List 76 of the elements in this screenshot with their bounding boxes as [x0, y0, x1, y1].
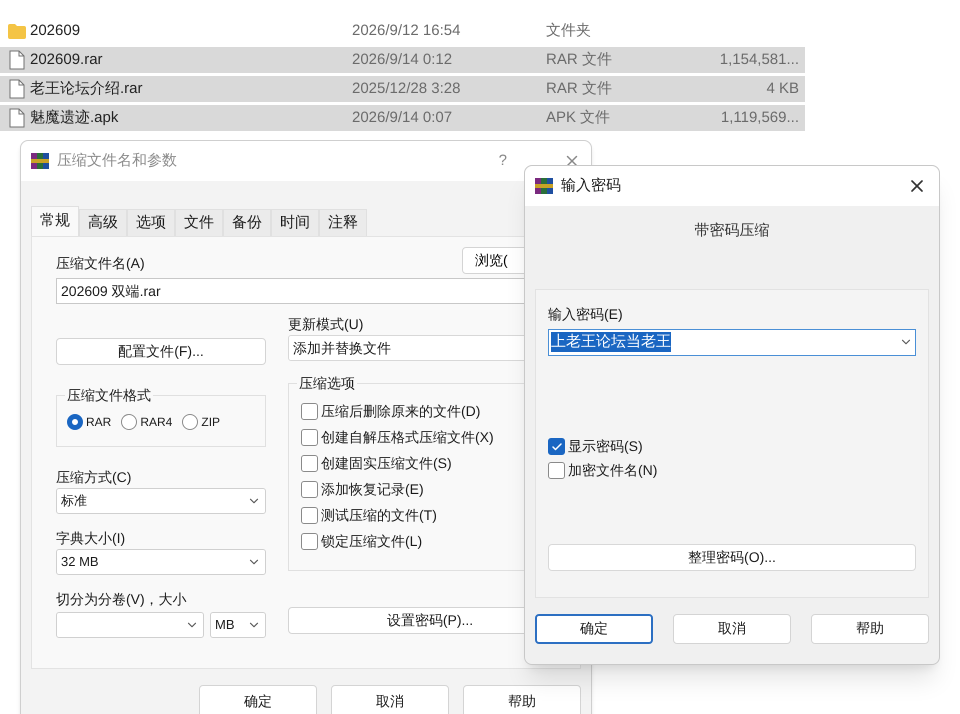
- dialog-heading: 带密码压缩: [694, 221, 770, 241]
- checkbox-label: 创建自解压格式压缩文件(X): [321, 428, 494, 447]
- unit-select[interactable]: MB: [210, 612, 266, 638]
- file-type: 文件夹: [546, 20, 592, 41]
- checkbox-label: 锁定压缩文件(L): [321, 532, 422, 551]
- books-icon: [535, 178, 553, 194]
- file-size: 1,119,569...: [720, 108, 799, 128]
- dialog-button[interactable]: 取消: [331, 685, 449, 714]
- file-size: 4 KB: [766, 78, 799, 99]
- file-name: 魅魔遗迹.apk: [30, 108, 120, 128]
- books-icon: [31, 153, 49, 169]
- profiles-button[interactable]: 配置文件(F)...: [56, 338, 266, 365]
- checkbox[interactable]: [301, 532, 318, 550]
- modified-date: 2025/12/28 3:28: [352, 78, 462, 99]
- password-field[interactable]: 上老王论坛当老王: [548, 328, 916, 356]
- field-label: 压缩方式(C): [56, 468, 132, 487]
- checkbox-label: 创建固实压缩文件(S): [321, 454, 452, 473]
- modified-date: 2026/9/14 0:12: [352, 50, 454, 70]
- file-icon: [9, 79, 25, 99]
- checkbox[interactable]: [301, 480, 318, 498]
- checkbox[interactable]: [548, 438, 565, 455]
- dialog-button[interactable]: 帮助: [811, 614, 929, 644]
- field-label: 输入密码(E): [548, 304, 623, 324]
- dialog-button[interactable]: 帮助: [463, 685, 581, 714]
- dialog-button[interactable]: 确定: [199, 685, 317, 714]
- window-title: 输入密码: [561, 176, 622, 196]
- organize-passwords-button[interactable]: 整理密码(O)...: [548, 544, 916, 570]
- tab[interactable]: 时间: [271, 209, 319, 236]
- checkbox-label: 压缩后删除原来的文件(D): [321, 402, 480, 421]
- file-icon: [9, 50, 25, 70]
- checkbox[interactable]: [301, 506, 318, 524]
- file-row[interactable]: 魅魔遗迹.apk 2026/9/14 0:07 APK 文件 1,119,569...: [0, 105, 805, 131]
- checkbox[interactable]: [301, 454, 318, 472]
- file-row[interactable]: 202609.rar 2026/9/14 0:12 RAR 文件 1,154,581...: [0, 47, 805, 73]
- tab[interactable]: 文件: [175, 209, 223, 236]
- dialog-button[interactable]: 取消: [673, 614, 791, 644]
- file-type: RAR 文件: [546, 78, 613, 99]
- check-icon: [550, 440, 562, 452]
- tab[interactable]: 备份: [223, 209, 271, 236]
- radio-button[interactable]: [67, 414, 83, 430]
- file-icon: [9, 108, 25, 128]
- radio-label: RAR4: [140, 414, 172, 431]
- radio-label: ZIP: [201, 414, 220, 431]
- field-label: 压缩文件名(A): [56, 254, 145, 273]
- checkbox-label: 加密文件名(N): [568, 461, 658, 480]
- file-type: APK 文件: [546, 108, 612, 128]
- field-label: 字典大小(I): [56, 529, 126, 548]
- tab[interactable]: 选项: [127, 209, 175, 236]
- tab[interactable]: 常规: [31, 206, 79, 236]
- dictionary-select[interactable]: 32 MB: [56, 549, 266, 575]
- help-button[interactable]: ?: [498, 150, 507, 172]
- checkbox-label: 添加恢复记录(E): [321, 480, 424, 499]
- checkbox[interactable]: [301, 428, 318, 446]
- dialog-button[interactable]: 确定: [535, 614, 653, 644]
- tab[interactable]: 注释: [319, 209, 367, 236]
- modified-date: 2026/9/14 0:07: [352, 108, 454, 128]
- modified-date: 2026/9/12 16:54: [352, 20, 462, 41]
- file-size: 1,154,581...: [720, 50, 799, 70]
- checkbox[interactable]: [548, 462, 565, 479]
- folder-icon: [8, 24, 26, 38]
- file-row[interactable]: 老王论坛介绍.rar 2025/12/28 3:28 RAR 文件 4 KB: [0, 76, 805, 102]
- checkbox-label: 显示密码(S): [568, 437, 643, 456]
- tab[interactable]: 高级: [79, 209, 127, 236]
- field-label: 更新模式(U): [288, 315, 364, 334]
- method-select[interactable]: 标准: [56, 488, 266, 514]
- radio-label: RAR: [86, 414, 112, 431]
- file-name: 老王论坛介绍.rar: [30, 78, 144, 99]
- window-title: 压缩文件名和参数: [57, 150, 178, 171]
- radio-button[interactable]: [182, 414, 198, 430]
- file-type: RAR 文件: [546, 50, 613, 70]
- file-name: 202609.rar: [30, 50, 104, 70]
- checkbox-label: 测试压缩的文件(T): [321, 506, 437, 525]
- checkbox[interactable]: [301, 402, 318, 420]
- radio-button[interactable]: [121, 414, 138, 430]
- field-label: 切分为分卷(V)，大小: [56, 590, 187, 609]
- file-name: 202609: [30, 20, 82, 41]
